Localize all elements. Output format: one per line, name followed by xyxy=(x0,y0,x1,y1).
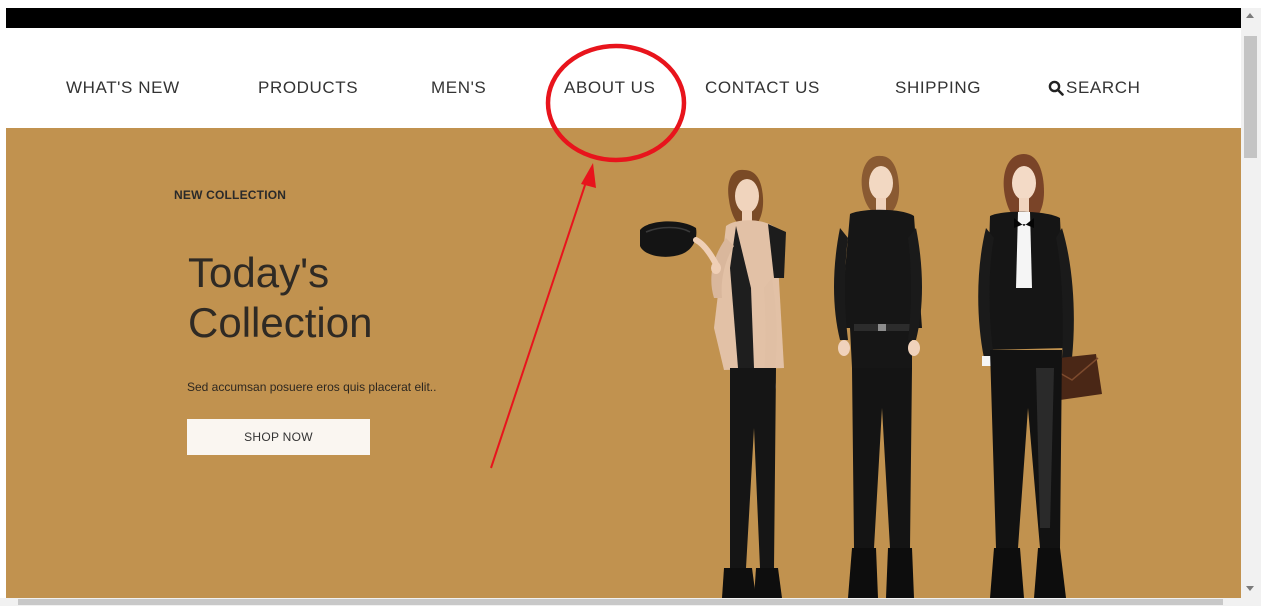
vertical-scrollbar[interactable] xyxy=(1241,8,1261,598)
vertical-scroll-thumb[interactable] xyxy=(1244,36,1257,158)
browser-viewport: WHAT'S NEW PRODUCTS MEN'S ABOUT US CONTA… xyxy=(0,0,1261,606)
model-left xyxy=(640,169,786,598)
scroll-down-arrow-icon[interactable] xyxy=(1246,586,1254,591)
horizontal-scrollbar[interactable] xyxy=(0,598,1261,606)
top-black-bar xyxy=(6,8,1241,28)
hero-kicker: NEW COLLECTION xyxy=(174,188,287,202)
models-image xyxy=(640,154,1102,598)
nav-item-contact-us[interactable]: CONTACT US xyxy=(705,78,820,98)
nav-item-mens[interactable]: MEN'S xyxy=(431,78,486,98)
nav-item-about-us[interactable]: ABOUT US xyxy=(564,78,655,98)
headline-line-1: Today's xyxy=(188,249,330,296)
horizontal-scroll-thumb[interactable] xyxy=(18,599,1223,605)
hero-banner: NEW COLLECTION Today's Collection Sed ac… xyxy=(6,128,1241,598)
nav-search[interactable]: SEARCH xyxy=(1048,78,1140,98)
shop-now-button[interactable]: SHOP NOW xyxy=(187,419,370,455)
scroll-up-arrow-icon[interactable] xyxy=(1246,13,1254,18)
hero-subtext: Sed accumsan posuere eros quis placerat … xyxy=(187,380,437,394)
hero-headline: Today's Collection xyxy=(188,248,488,348)
headline-line-2: Collection xyxy=(188,299,373,346)
nav-item-products[interactable]: PRODUCTS xyxy=(258,78,358,98)
search-icon xyxy=(1048,80,1064,96)
main-navigation: WHAT'S NEW PRODUCTS MEN'S ABOUT US CONTA… xyxy=(6,28,1241,128)
nav-item-shipping[interactable]: SHIPPING xyxy=(895,78,981,98)
nav-item-whats-new[interactable]: WHAT'S NEW xyxy=(66,78,180,98)
model-middle xyxy=(834,155,922,598)
model-right xyxy=(978,154,1102,598)
search-label: SEARCH xyxy=(1066,78,1141,97)
